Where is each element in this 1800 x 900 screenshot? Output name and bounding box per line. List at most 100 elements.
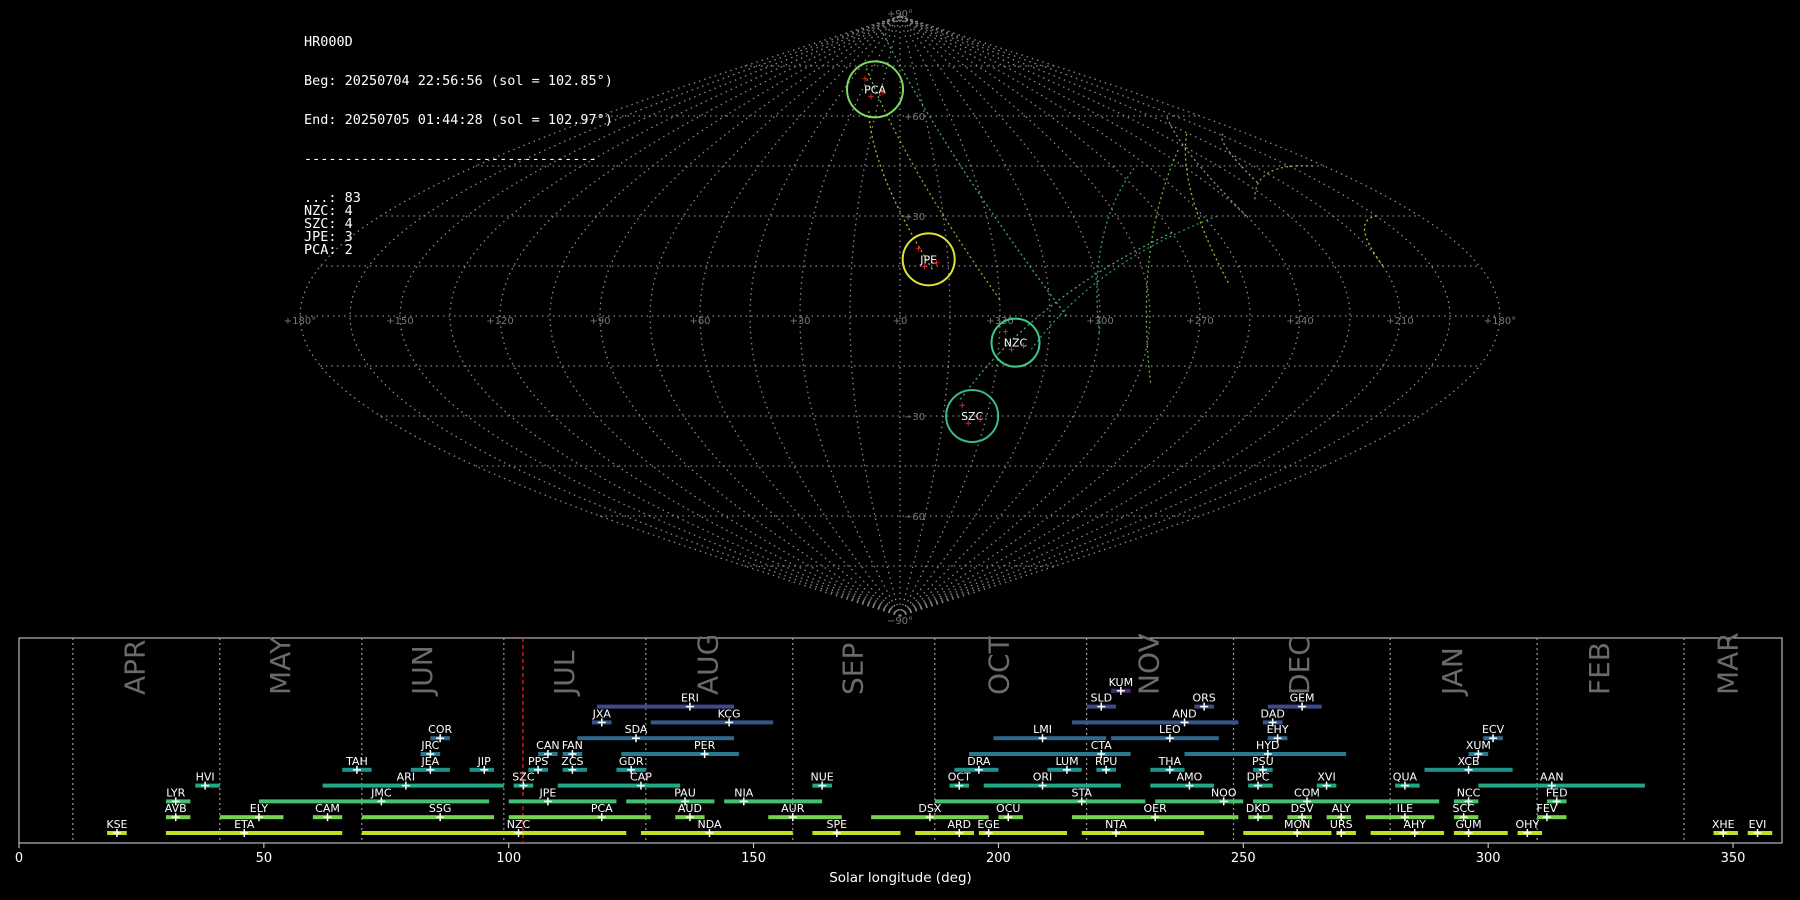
shower-label: AHY <box>1403 818 1426 831</box>
shower-label: FEV <box>1537 802 1558 815</box>
shower-bar <box>812 831 901 835</box>
x-tick-label: 250 <box>1231 851 1256 866</box>
shower-label: KSE <box>106 818 127 831</box>
shower-bar <box>1111 736 1219 741</box>
shower-label: URS <box>1330 818 1353 831</box>
shower-label: MON <box>1284 818 1310 831</box>
shower-label: NOO <box>1211 786 1237 799</box>
shower-bar <box>361 831 627 835</box>
shower-label: XHE <box>1712 818 1735 831</box>
shower-label: JPE <box>538 786 556 799</box>
shower-label: ORS <box>1192 692 1215 705</box>
shower-label: DKD <box>1246 802 1270 815</box>
shower-label: OCU <box>996 802 1020 815</box>
shower-label: ORI <box>1033 771 1053 784</box>
shower-label: SSG <box>429 802 452 815</box>
shower-label: SDA <box>625 723 648 736</box>
shower-bar <box>934 799 1146 804</box>
shower-label: NCC <box>1457 786 1481 799</box>
shower-label: PSU <box>1252 755 1274 768</box>
shower-label: AVB <box>165 802 187 815</box>
shower-label: PER <box>694 739 716 752</box>
shower-label: NUE <box>811 771 834 784</box>
shower-label: ERI <box>681 692 699 705</box>
shower-label: NTA <box>1105 818 1127 831</box>
shower-label: NZC <box>507 818 531 831</box>
shower-label: SZC <box>512 771 535 784</box>
shower-label: GUM <box>1456 818 1482 831</box>
shower-label: PPS <box>528 755 548 768</box>
shower-label: SCC <box>1453 802 1476 815</box>
shower-label: LEO <box>1159 723 1181 736</box>
shower-bar <box>596 704 734 709</box>
x-axis-title: Solar longitude (deg) <box>829 870 972 886</box>
shower-label: SLD <box>1090 692 1112 705</box>
shower-label: DPC <box>1247 771 1270 784</box>
shower-label: STA <box>1072 786 1093 799</box>
shower-label: NDA <box>697 818 722 831</box>
shower-bar <box>258 799 490 804</box>
shower-label: DRA <box>967 755 991 768</box>
shower-label: CAM <box>315 802 340 815</box>
shower-label: ETA <box>234 818 255 831</box>
shower-label: OCT <box>948 771 971 784</box>
month-label: AUG <box>692 634 725 695</box>
shower-label: EVI <box>1749 818 1767 831</box>
shower-label: CAP <box>630 771 652 784</box>
shower-label: GDR <box>619 755 644 768</box>
shower-label: DAD <box>1261 707 1285 720</box>
shower-bar <box>1081 831 1205 835</box>
shower-label: DSX <box>918 802 941 815</box>
shower-bar <box>557 783 681 788</box>
shower-label: RPU <box>1095 755 1117 768</box>
shower-label: EGE <box>977 818 999 831</box>
shower-bar <box>993 736 1107 741</box>
shower-bar <box>640 831 793 835</box>
shower-label: GEM <box>1290 692 1315 705</box>
shower-label: JEA <box>420 755 439 768</box>
shower-label: QUA <box>1393 771 1418 784</box>
shower-label: PAU <box>674 786 696 799</box>
shower-bar <box>1150 783 1214 788</box>
x-tick-label: 100 <box>496 851 521 866</box>
month-label: JAN <box>1436 647 1469 697</box>
shower-label: FAN <box>562 739 583 752</box>
shower-bar <box>1370 831 1445 835</box>
shower-label: KUM <box>1109 676 1133 689</box>
shower-label: ILE <box>1397 802 1413 815</box>
month-label: FEB <box>1583 642 1616 695</box>
shower-label: LYR <box>166 786 185 799</box>
shower-bar <box>1071 720 1239 725</box>
shower-label: LUM <box>1055 755 1078 768</box>
shower-label: CTA <box>1091 739 1113 752</box>
shower-bar <box>650 720 774 725</box>
shower-label: AMO <box>1177 771 1203 784</box>
shower-label: FED <box>1546 786 1568 799</box>
shower-bar <box>361 815 495 820</box>
shower-timeline-chart: APR MAY JUN JUL AUG SEP OCT NOV DEC JAN FEB MAR KUM E… <box>15 632 1783 886</box>
shower-bar <box>724 799 823 804</box>
month-label: JUL <box>548 650 581 697</box>
shower-label: COM <box>1294 786 1320 799</box>
shower-bar <box>983 783 1121 788</box>
shower-label: XUM <box>1466 739 1491 752</box>
shower-label: LMI <box>1033 723 1052 736</box>
x-tick-label: 200 <box>986 851 1011 866</box>
shower-label: JMC <box>370 786 392 799</box>
shower-bar <box>165 831 343 835</box>
shower-label: AUR <box>781 802 805 815</box>
shower-label: XVI <box>1317 771 1335 784</box>
month-label: DEC <box>1283 636 1316 695</box>
shower-bar <box>1453 831 1508 835</box>
shower-label: AND <box>1172 707 1196 720</box>
shower-bar <box>915 831 974 835</box>
shower-label: HVI <box>196 771 215 784</box>
shower-label: CAN <box>536 739 559 752</box>
shower-label: JXA <box>592 707 612 720</box>
shower-label: ARD <box>947 818 971 831</box>
shower-label: HYD <box>1256 739 1279 752</box>
month-label: MAY <box>264 636 297 695</box>
shower-label: OHY <box>1516 818 1540 831</box>
shower-label: ZCS <box>561 755 583 768</box>
month-label: NOV <box>1132 633 1165 695</box>
